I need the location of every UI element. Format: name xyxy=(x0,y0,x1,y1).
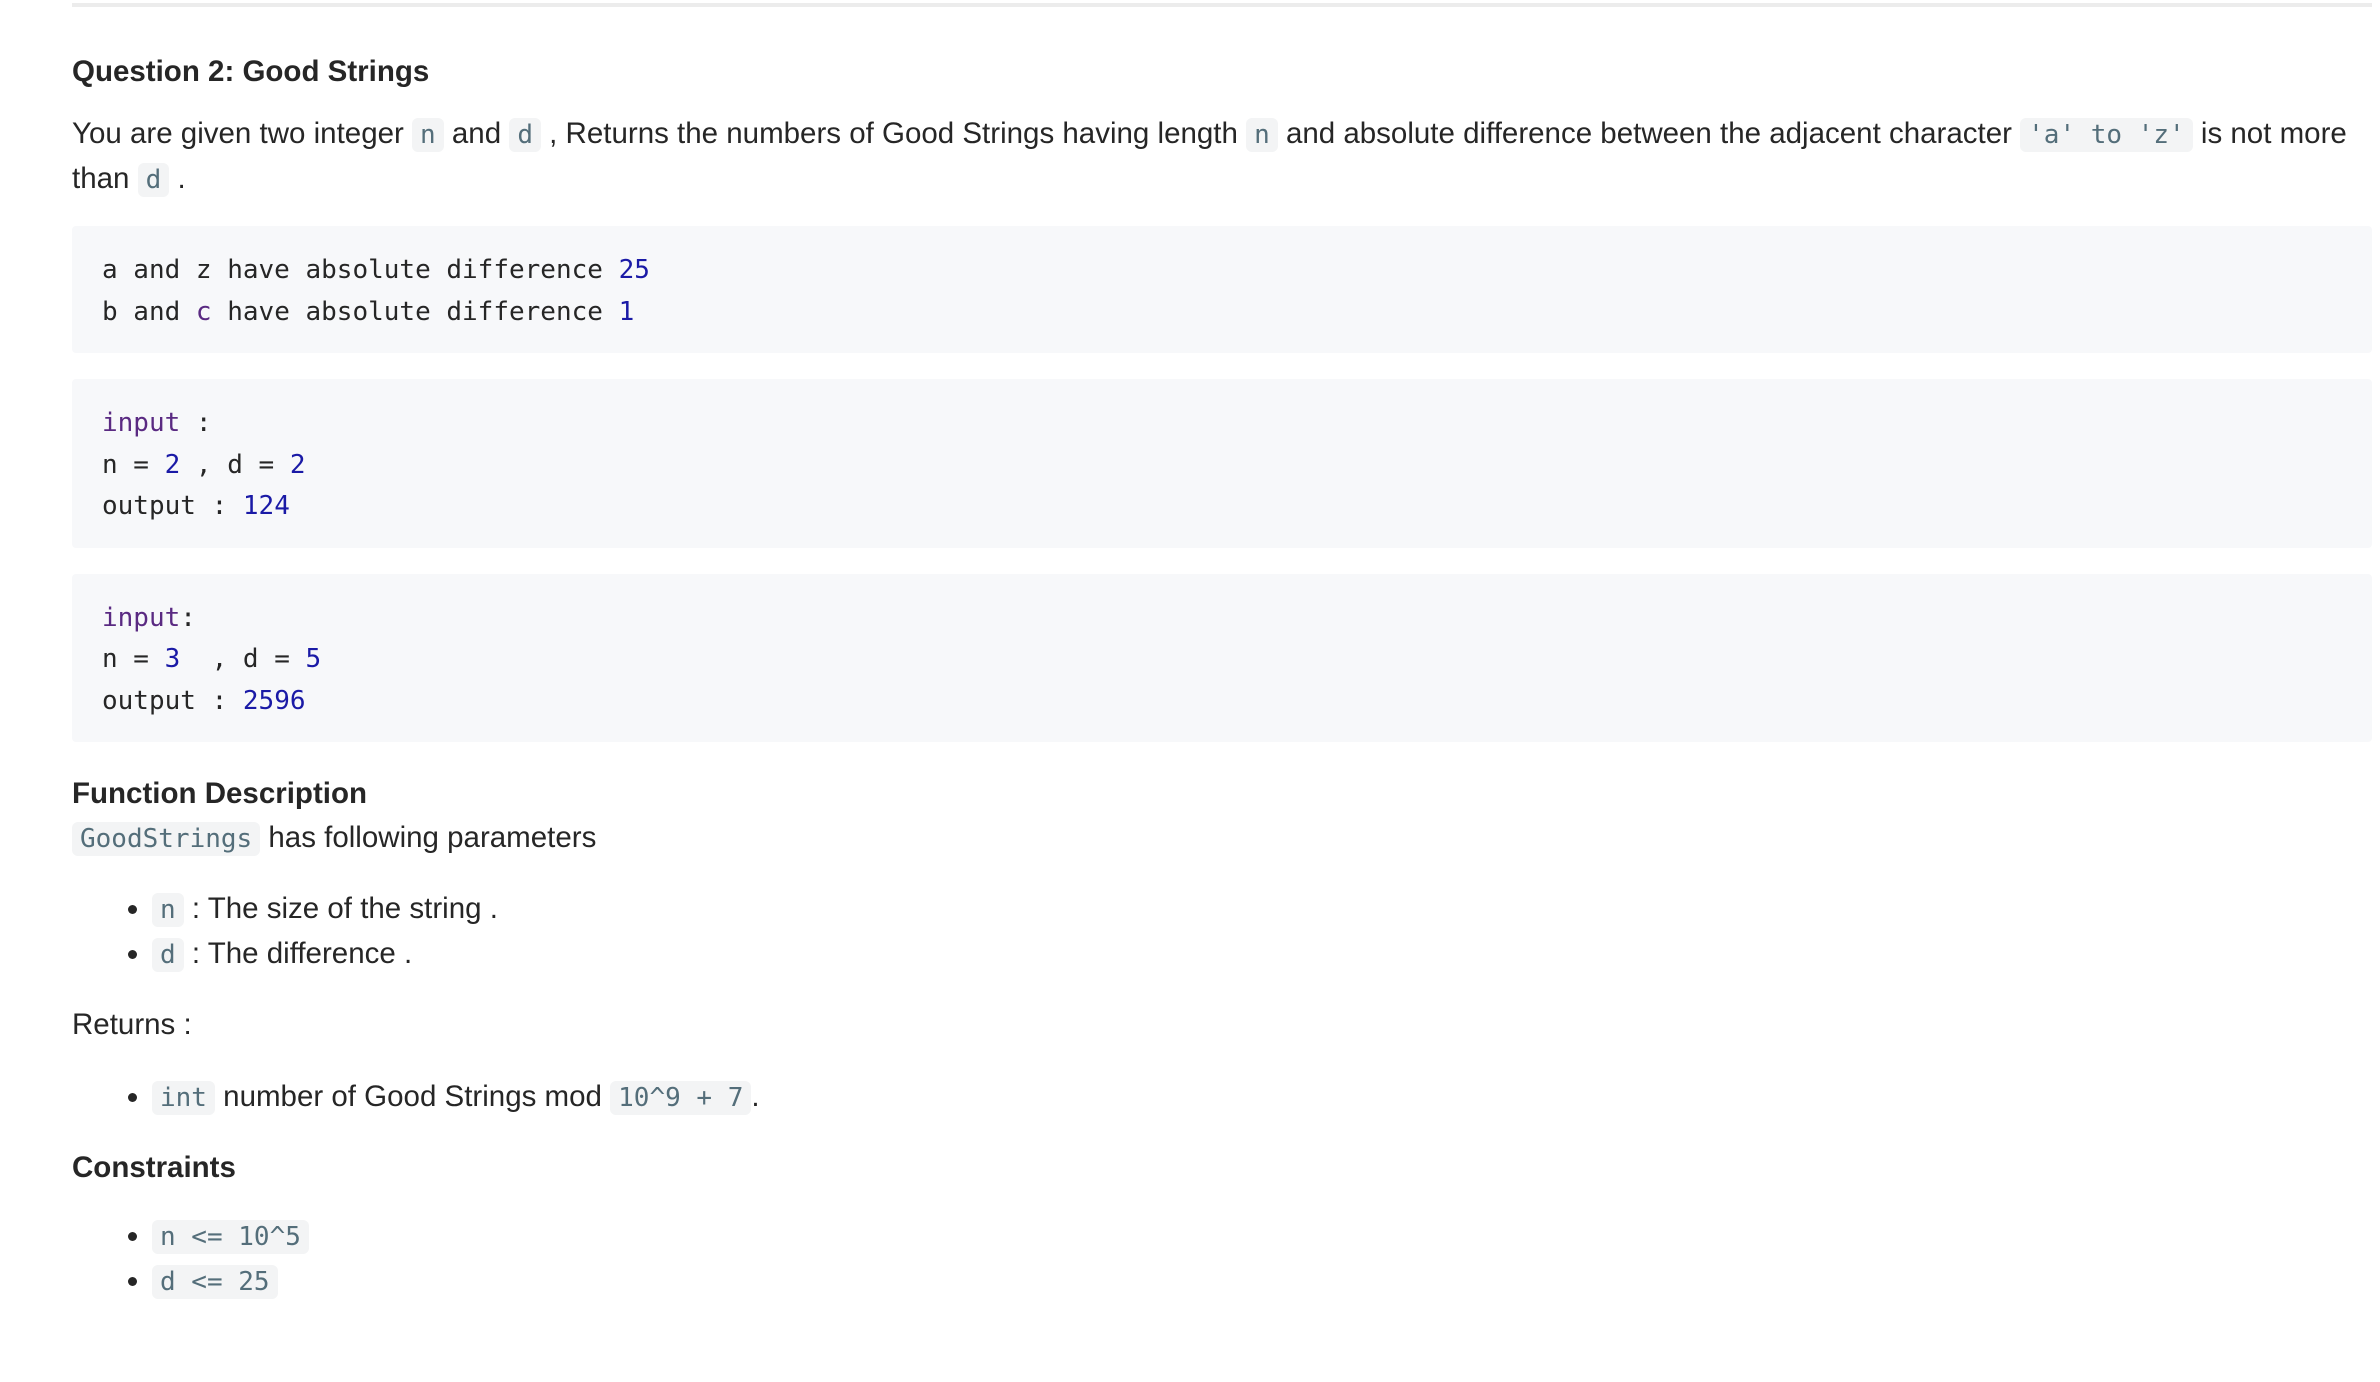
inline-code-modulus: 10^9 + 7 xyxy=(610,1081,752,1115)
list-item: d <= 25 xyxy=(152,1259,2372,1304)
list-item: int number of Good Strings mod 10^9 + 7. xyxy=(152,1075,2372,1120)
inline-code-param: d xyxy=(152,938,184,972)
code-text: n = xyxy=(102,644,165,674)
returns-heading: Returns : xyxy=(72,1008,192,1041)
param-description: : The difference . xyxy=(183,937,413,970)
code-number: 5 xyxy=(305,644,322,674)
code-number: 2596 xyxy=(242,685,306,716)
constraints-list: n <= 10^5 d <= 25 xyxy=(72,1214,2372,1304)
inline-code-d: d xyxy=(137,163,170,197)
problem-page: Question 2: Good Strings You are given t… xyxy=(0,0,2380,1382)
code-text: : xyxy=(180,602,196,633)
statement-text: and xyxy=(443,117,510,150)
returns-tail: . xyxy=(751,1080,760,1113)
code-block-difference: a and z have absolute difference 25 b an… xyxy=(72,226,2372,353)
code-text: b and xyxy=(102,296,196,327)
code-text: : xyxy=(180,408,212,438)
code-number: 3 xyxy=(164,644,181,674)
param-description: : The size of the string . xyxy=(183,892,498,925)
problem-content: Question 2: Good Strings You are given t… xyxy=(72,52,2372,1304)
code-text: a and z have absolute difference xyxy=(102,255,619,285)
function-signature-text: has following parameters xyxy=(260,821,597,854)
returns-list: int number of Good Strings mod 10^9 + 7. xyxy=(72,1075,2372,1120)
inline-code-function-name: GoodStrings xyxy=(72,822,261,856)
code-number: 25 xyxy=(618,255,650,285)
code-number: 2 xyxy=(289,449,306,480)
code-number: 124 xyxy=(242,491,290,521)
code-block-example-2: input: n = 3 , d = 5 output : 2596 xyxy=(72,573,2372,742)
code-text: output : xyxy=(102,685,243,716)
list-item: d : The difference . xyxy=(152,932,2372,977)
statement-text: You are given two integer xyxy=(72,117,413,150)
code-text: output : xyxy=(102,491,243,521)
code-keyword: input xyxy=(102,408,181,438)
code-text: n = xyxy=(102,449,165,480)
inline-code-d: d xyxy=(509,118,541,152)
code-text: have absolute difference xyxy=(211,296,619,327)
statement-text: . xyxy=(169,162,186,195)
inline-code-n: n xyxy=(412,118,444,152)
function-signature-line: GoodStrings has following parameters xyxy=(72,816,2372,861)
inline-code-n: n xyxy=(1246,118,1278,152)
problem-statement: You are given two integer n and d , Retu… xyxy=(72,112,2372,202)
inline-code-type: int xyxy=(152,1081,215,1115)
inline-code-constraint: d <= 25 xyxy=(152,1265,278,1299)
top-divider xyxy=(72,3,2372,7)
code-keyword: input xyxy=(102,602,181,633)
inline-code-range: 'a' to 'z' xyxy=(2020,118,2193,152)
parameter-list: n : The size of the string . d : The dif… xyxy=(72,887,2372,977)
question-title: Question 2: Good Strings xyxy=(72,55,430,88)
inline-code-constraint: n <= 10^5 xyxy=(152,1220,309,1254)
returns-text: number of Good Strings mod xyxy=(214,1080,611,1113)
list-item: n <= 10^5 xyxy=(152,1214,2372,1259)
list-item: n : The size of the string . xyxy=(152,887,2372,932)
inline-code-param: n xyxy=(152,893,184,927)
code-number: 2 xyxy=(164,449,181,480)
statement-text: , Returns the numbers of Good Strings ha… xyxy=(540,117,1247,150)
statement-text: and absolute difference between the adja… xyxy=(1277,117,2021,150)
code-keyword: c xyxy=(195,296,212,327)
code-number: 1 xyxy=(618,296,635,327)
code-text: , d = xyxy=(180,644,306,674)
code-text: , d = xyxy=(180,449,290,480)
code-block-example-1: input : n = 2 , d = 2 output : 124 xyxy=(72,379,2372,548)
function-description-heading: Function Description xyxy=(72,777,367,810)
constraints-heading: Constraints xyxy=(72,1151,236,1184)
